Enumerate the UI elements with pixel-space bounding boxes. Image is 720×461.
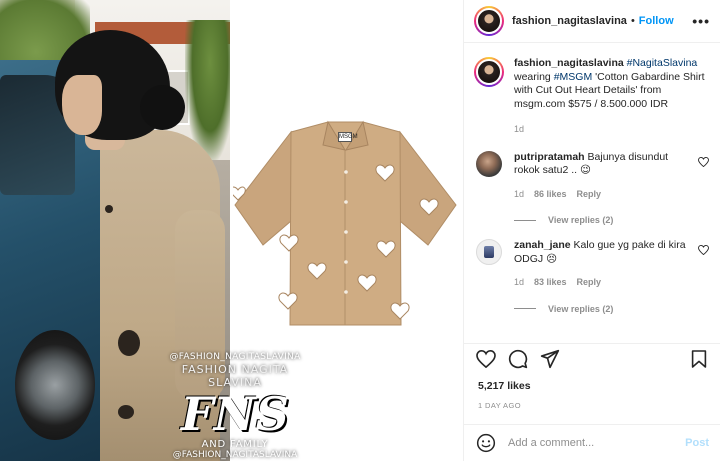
caption-timestamp[interactable]: 1d [514,123,709,137]
heart-outline-icon[interactable] [698,244,709,258]
comment-icon[interactable] [507,348,529,370]
caption-hashtag-link[interactable]: #MSGM [554,71,593,83]
avatar-image [484,246,494,258]
header-separator: • [630,15,635,27]
photo-cutout [118,330,140,356]
comment-emoji: 😉 [579,164,591,176]
likes-count[interactable]: 5,217 likes [478,380,531,392]
caption-text-before: wearing [514,70,551,83]
comment-body: zanah_jane Kalo gue yg pake di kira ODGJ… [514,239,686,290]
comment-body: putripratamah Bajunya disundut rokok sat… [514,151,686,202]
comment-emoji: 😣 [546,252,558,265]
caption-body: fashion_nagitaslavina #NagitaSlavina wea… [514,57,709,137]
comment-likes[interactable]: 86 likes [534,188,567,202]
watermark-logo: FNS [181,387,289,441]
comment-avatar[interactable] [476,239,502,265]
caption-avatar-image [476,59,502,85]
photo-car-wheel [15,330,95,440]
send-icon[interactable] [539,348,561,370]
watermark-handle-bottom: @FASHION_NAGITASLAVINA [172,450,298,460]
view-replies-divider [514,219,536,221]
comment-item: zanah_jane Kalo gue yg pake di kira ODGJ… [474,239,711,290]
comment-item: putripratamah Bajunya disundut rokok sat… [474,150,711,202]
post-sidebar: fashion_nagitaslavina • Follow ••• fashi… [463,0,720,461]
avatar[interactable] [474,6,504,36]
comment-likes[interactable]: 83 likes [534,276,567,290]
action-bar [464,343,720,373]
view-replies-divider [514,308,536,309]
view-replies-button[interactable]: View replies (2) [514,304,711,314]
watermark-subtitle: FASHION NAGITA SLAVINA [181,363,289,389]
photo-face [62,75,102,135]
post-media[interactable]: MSGM @FASHION_NAGITASLAVINA FASHION NAGI… [0,0,463,461]
comment-input[interactable] [508,437,668,449]
photo-cutout [118,405,134,419]
comment-time[interactable]: 1d [514,276,524,290]
caption-username[interactable]: fashion_nagitaslavina [514,57,624,69]
comment-meta: 1d 83 likes Reply [514,276,686,290]
comment-time[interactable]: 1d [514,188,524,202]
instagram-post: MSGM @FASHION_NAGITASLAVINA FASHION NAGI… [0,0,720,461]
emoji-icon[interactable] [476,433,496,453]
reply-button[interactable]: Reply [577,276,602,290]
more-options-icon[interactable]: ••• [692,13,710,29]
comment-meta: 1d 86 likes Reply [514,188,686,202]
watermark-handle-top: @FASHION_NAGITASLAVINA [169,352,301,362]
shirt-svg [230,120,457,326]
photo-hair-bun [140,85,185,130]
post-date[interactable]: 1 DAY AGO [478,401,521,410]
heart-outline-icon[interactable] [698,156,709,170]
watermark: @FASHION_NAGITASLAVINA FASHION NAGITA SL… [160,352,310,460]
add-comment-bar: Post [464,424,720,461]
shirt-brand-label: MSGM [338,132,358,142]
follow-button[interactable]: Follow [639,15,674,27]
post-comment-button[interactable]: Post [685,437,709,449]
view-replies-label: View replies (2) [548,215,614,225]
view-replies-button[interactable]: View replies (2) [514,215,711,225]
comment-username[interactable]: zanah_jane [514,239,571,251]
view-replies-label: View replies (2) [548,303,614,314]
comments-section[interactable]: fashion_nagitaslavina #NagitaSlavina wea… [464,43,720,343]
product-shirt-image: MSGM [230,110,458,335]
photo-cutout [105,205,113,213]
comment-username[interactable]: putripratamah [514,151,585,163]
caption-avatar[interactable] [474,57,504,87]
heart-icon[interactable] [475,348,497,370]
comment-avatar[interactable] [476,150,502,177]
caption: fashion_nagitaslavina #NagitaSlavina wea… [474,57,711,137]
caption-mention-link[interactable]: #NagitaSlavina [627,57,698,69]
header-username[interactable]: fashion_nagitaslavina [512,15,627,27]
reply-button[interactable]: Reply [577,188,602,202]
bookmark-icon[interactable] [688,348,710,370]
post-header: fashion_nagitaslavina • Follow ••• [464,0,720,43]
avatar-image [476,8,502,34]
